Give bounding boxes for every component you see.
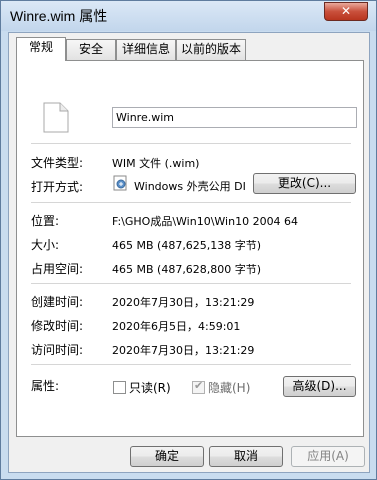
tab-security[interactable]: 安全 — [66, 39, 116, 60]
apply-button[interactable]: 应用(A) — [291, 446, 365, 467]
change-button[interactable]: 更改(C)... — [253, 173, 356, 194]
file-type-label: 文件类型: — [31, 156, 84, 170]
close-button[interactable]: ✕ — [324, 2, 368, 21]
advanced-button[interactable]: 高级(D)... — [283, 376, 356, 397]
separator — [31, 364, 351, 365]
location-label: 位置: — [31, 214, 60, 228]
hidden-checkbox[interactable]: ✔ — [192, 379, 205, 394]
tab-details[interactable]: 详细信息 — [116, 39, 176, 60]
title-bar[interactable]: Winre.wim 属性 ✕ — [1, 1, 376, 31]
opens-with-label: 打开方式: — [31, 180, 84, 194]
tab-security-label: 安全 — [78, 42, 103, 56]
file-type-value: WIM 文件 (.wim) — [112, 157, 200, 170]
accessed-label: 访问时间: — [31, 343, 84, 357]
separator — [31, 143, 351, 144]
separator — [31, 283, 351, 284]
cancel-button[interactable]: 取消 — [209, 446, 283, 467]
readonly-label[interactable]: 只读(R) — [129, 379, 171, 396]
tab-general-label: 常规 — [28, 40, 53, 54]
checkmark-icon: ✔ — [194, 379, 204, 392]
size-label: 大小: — [31, 238, 60, 252]
ok-button[interactable]: 确定 — [130, 446, 204, 467]
tab-previous-versions-label: 以前的版本 — [180, 42, 241, 56]
opens-with-value: Windows 外壳公用 DI — [134, 180, 246, 193]
close-icon: ✕ — [340, 4, 352, 18]
readonly-checkbox[interactable] — [113, 381, 126, 394]
shell-app-icon — [113, 175, 127, 191]
window-title: Winre.wim 属性 — [10, 8, 108, 24]
accessed-value: 2020年7月30日，13:21:29 — [112, 344, 255, 357]
created-value: 2020年7月30日，13:21:29 — [112, 296, 255, 309]
general-panel: Winre.wim 文件类型: WIM 文件 (.wim) 打开方式: Wind… — [16, 60, 364, 437]
attributes-label: 属性: — [31, 379, 60, 393]
modified-value: 2020年6月5日，4:59:01 — [112, 320, 241, 333]
file-icon — [43, 102, 69, 133]
modified-label: 修改时间: — [31, 319, 84, 333]
file-name-input[interactable]: Winre.wim — [112, 107, 357, 128]
tab-details-label: 详细信息 — [121, 42, 170, 56]
tab-previous-versions[interactable]: 以前的版本 — [176, 39, 246, 60]
dialog-client: 常规 安全 详细信息 以前的版本 Winre.wim 文件类型: WIM 文件 … — [8, 32, 370, 473]
size-on-disk-label: 占用空间: — [31, 262, 84, 276]
size-value: 465 MB (487,625,138 字节) — [112, 239, 262, 252]
hidden-label[interactable]: 隐藏(H) — [208, 379, 250, 396]
location-value: F:\GHO成品\Win10\Win10 2004 64 — [112, 215, 299, 228]
separator — [31, 202, 351, 203]
size-on-disk-value: 465 MB (487,628,800 字节) — [112, 263, 262, 276]
created-label: 创建时间: — [31, 295, 84, 309]
tab-general[interactable]: 常规 — [16, 37, 66, 61]
properties-window: Winre.wim 属性 ✕ 常规 安全 详细信息 以前的版本 Winre.wi… — [0, 0, 377, 480]
